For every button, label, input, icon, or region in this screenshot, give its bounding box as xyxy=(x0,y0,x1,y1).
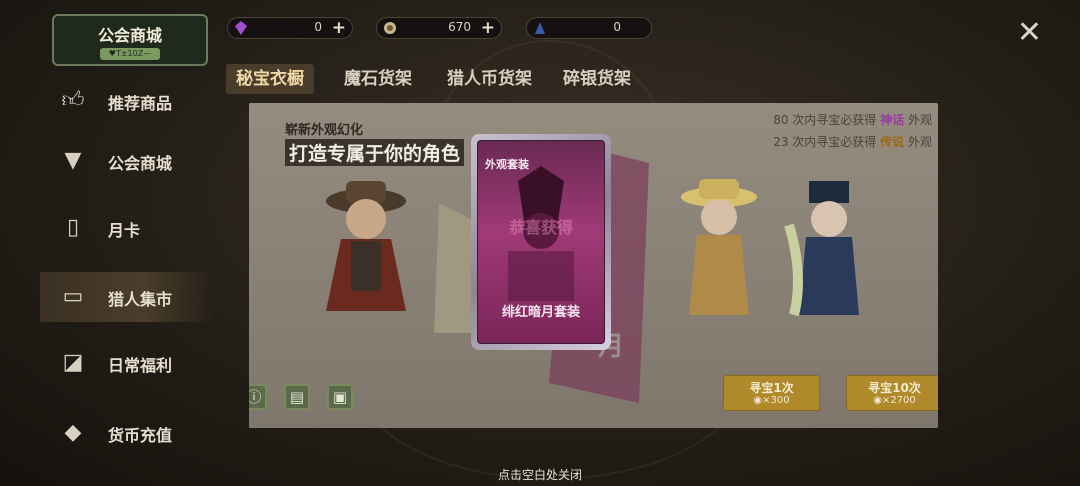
character-officer xyxy=(784,181,859,317)
currency-value: 670 xyxy=(448,20,471,34)
reward-card-header: 外观套装 xyxy=(485,158,529,171)
draw-once-label: 寻宝1次 xyxy=(749,381,794,395)
tab-secret-wardrobe[interactable]: 秘宝衣橱 xyxy=(226,64,314,94)
draw-once-cost: ◉×300 xyxy=(753,395,790,406)
close-icon[interactable]: ✕ xyxy=(1017,18,1042,48)
sidebar-item-label: 月卡 xyxy=(108,221,141,240)
sidebar-item-label: 公会商城 xyxy=(108,154,173,173)
tab-hunter-coin-shelf[interactable]: 猎人币货架 xyxy=(437,64,542,94)
close-hint[interactable]: 点击空白处关闭 xyxy=(0,466,1080,483)
banner-subtitle: 崭新外观幻化 xyxy=(285,123,364,138)
sidebar-item-hunter-market[interactable]: ▭ 猎人集市 xyxy=(40,272,215,322)
currency-value: 0 xyxy=(613,20,621,34)
sidebar-item-label: 货币充值 xyxy=(108,426,173,445)
currency-gold-coin: 670 + xyxy=(376,17,502,39)
sidebar-item-label: 推荐商品 xyxy=(108,94,173,113)
currency-value: 0 xyxy=(314,20,322,34)
character-gunslinger xyxy=(326,181,406,311)
thumbs-up-icon: 👍︎ xyxy=(61,88,85,113)
shop-subtitle: ♥T±10Z— xyxy=(100,48,160,60)
reward-card-watermark: 恭喜获得 xyxy=(508,218,573,237)
card-icon: ▯ xyxy=(66,215,80,240)
shop-title-badge: 公会商城 ♥T±10Z— xyxy=(52,14,208,66)
tab-silver-shelf[interactable]: 碎银货架 xyxy=(553,64,641,94)
draw-ten-button[interactable]: 寻宝10次 ◉×2700 xyxy=(846,375,938,411)
currency-purple-gem: 0 + xyxy=(227,17,353,39)
hunter-coin-icon xyxy=(535,22,545,34)
banner-title: 打造专属于你的角色 xyxy=(285,139,465,166)
shop-title: 公会商城 xyxy=(97,26,162,45)
gold-coin-icon: ◉ xyxy=(873,395,882,406)
guarantee-mythic: 80 次内寻宝必获得 神话 外观 xyxy=(773,113,932,127)
gold-coin-icon xyxy=(384,22,396,34)
draw-ten-label: 寻宝10次 xyxy=(868,381,921,395)
stall-icon: ▭ xyxy=(62,284,84,309)
sidebar-item-currency-topup[interactable]: ◆ 货币充值 xyxy=(40,408,215,458)
fox-icon: ▼ xyxy=(64,148,82,173)
add-currency-button[interactable]: + xyxy=(481,18,495,38)
character-explorer xyxy=(681,179,757,315)
draw-ten-cost: ◉×2700 xyxy=(873,395,916,406)
tab-magic-stone-shelf[interactable]: 魔石货架 xyxy=(334,64,422,94)
gift-icon: ◪ xyxy=(62,350,84,375)
diamond-icon: ◆ xyxy=(64,420,82,445)
record-icon[interactable]: ▤ xyxy=(284,384,310,410)
guarantee-legend: 23 次内寻宝必获得 传说 外观 xyxy=(773,135,932,149)
add-currency-button[interactable]: + xyxy=(332,18,346,38)
draw-once-button[interactable]: 寻宝1次 ◉×300 xyxy=(723,375,820,411)
sidebar-item-recommended[interactable]: 👍︎ 推荐商品 xyxy=(40,76,215,126)
purple-gem-icon xyxy=(235,21,247,35)
gold-coin-icon: ◉ xyxy=(753,395,763,406)
sidebar-item-monthly-card[interactable]: ▯ 月卡 xyxy=(40,203,215,253)
image-icon[interactable]: ▣ xyxy=(327,384,353,410)
sidebar-item-guild-shop[interactable]: ▼ 公会商城 xyxy=(40,136,215,186)
reward-card[interactable]: 外观套装 恭喜获得 绯红暗月套装 xyxy=(471,134,611,350)
sidebar-item-label: 日常福利 xyxy=(108,356,173,375)
sidebar-item-label: 猎人集市 xyxy=(108,290,173,309)
reward-card-name: 绯红暗月套装 xyxy=(501,305,580,320)
sidebar-item-daily-rewards[interactable]: ◪ 日常福利 xyxy=(40,338,215,388)
info-icon[interactable]: ⓘ xyxy=(249,384,267,410)
currency-hunter-coin: 0 xyxy=(526,17,652,39)
